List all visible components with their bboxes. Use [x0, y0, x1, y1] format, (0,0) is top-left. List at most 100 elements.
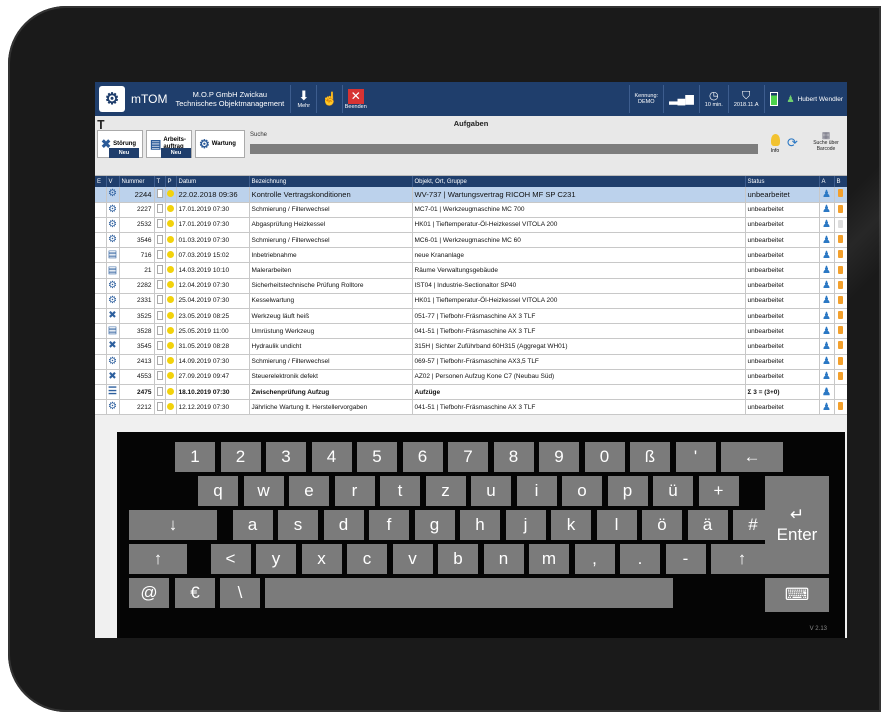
cell-assignee[interactable]: ♟: [819, 354, 835, 370]
key-u[interactable]: u: [471, 476, 511, 506]
column-header[interactable]: B: [834, 176, 847, 187]
wartung-button[interactable]: ⚙ Wartung: [195, 130, 245, 158]
user-display[interactable]: ♟ Hubert Wendler: [783, 94, 847, 105]
key-a[interactable]: a: [232, 510, 273, 540]
cell-assignee[interactable]: ♟: [819, 308, 835, 325]
arbeitsauftrag-new-button[interactable]: Neu: [161, 148, 191, 158]
stoerung-new-button[interactable]: Neu: [109, 148, 139, 158]
key-w[interactable]: w: [243, 476, 284, 506]
shift-left-key[interactable]: ↑: [129, 544, 187, 574]
key-q[interactable]: q: [198, 476, 238, 506]
key-8[interactable]: m: [529, 544, 569, 574]
key-3[interactable]: 4: [311, 442, 352, 472]
key-9[interactable]: ,: [574, 544, 615, 574]
key-k[interactable]: k: [551, 510, 591, 540]
table-row[interactable]: ▤ 3528 25.05.2019 11:00 Umrüstung Werkzeug 0…: [95, 323, 847, 340]
key-2[interactable]: 3: [266, 442, 306, 472]
key-ä[interactable]: ä: [687, 510, 728, 540]
column-header[interactable]: Objekt, Ort, Gruppe: [412, 176, 746, 187]
key-f[interactable]: f: [369, 510, 409, 540]
cell-assignee[interactable]: ♟: [819, 338, 835, 355]
table-row[interactable]: ⚙ 2331 25.04.2019 07:30 Kesselwartung HK01 |…: [95, 293, 847, 310]
table-row[interactable]: ⚙ 2413 14.09.2019 07:30 Schmierung / Filter…: [95, 354, 847, 370]
key-j[interactable]: j: [505, 510, 546, 540]
key-t[interactable]: t: [380, 476, 420, 506]
column-header[interactable]: A: [819, 176, 835, 187]
cell-assignee[interactable]: ♟: [819, 384, 835, 401]
quit-button[interactable]: ✕ Beenden: [342, 85, 368, 113]
touch-button[interactable]: ☝: [316, 85, 342, 113]
search-input[interactable]: [250, 144, 758, 154]
key-6[interactable]: b: [438, 544, 478, 574]
table-row[interactable]: ✖ 4553 27.09.2019 09:47 Steuerelektronik de…: [95, 369, 847, 385]
table-row[interactable]: ☰ 2475 18.10.2019 07:30 Zwischenprüfung Auf…: [95, 384, 847, 401]
key-e[interactable]: e: [289, 476, 329, 506]
key-5[interactable]: v: [392, 544, 433, 574]
more-button[interactable]: ⬇ Mehr: [290, 85, 316, 113]
key-1[interactable]: 2: [220, 442, 261, 472]
key-1[interactable]: <: [210, 544, 251, 574]
key-6[interactable]: 7: [448, 442, 488, 472]
cell-assignee[interactable]: ♟: [819, 323, 835, 340]
key-4[interactable]: c: [347, 544, 387, 574]
table-row[interactable]: ▤ 21 14.03.2019 10:10 Malerarbeiten Räume Ve…: [95, 262, 847, 279]
enter-key[interactable]: ↵ Enter: [765, 476, 829, 574]
table-row[interactable]: ✖ 3545 31.05.2019 08:28 Hydraulik undicht 31…: [95, 338, 847, 355]
key-5[interactable]: 6: [402, 442, 443, 472]
cell-assignee[interactable]: ♟: [819, 293, 835, 310]
cell-assignee[interactable]: ♟: [819, 217, 835, 234]
key-i[interactable]: i: [516, 476, 557, 506]
key-o[interactable]: o: [562, 476, 602, 506]
key-7[interactable]: n: [483, 544, 524, 574]
key-ö[interactable]: ö: [642, 510, 682, 540]
column-header[interactable]: V: [106, 176, 120, 187]
close-keyboard-key[interactable]: ⌨: [765, 578, 829, 612]
key-11[interactable]: ': [675, 442, 716, 472]
timer-indicator[interactable]: ◷ 10 min.: [698, 85, 728, 113]
table-row[interactable]: ⚙ 2212 12.12.2019 07:30 Jährliche Wartung l…: [95, 399, 847, 416]
column-header[interactable]: E: [95, 176, 107, 187]
table-row[interactable]: ⚙ 2532 17.01.2019 07:30 Abgasprüfung Heizke…: [95, 217, 847, 234]
key-p[interactable]: p: [607, 476, 648, 506]
backspace-key[interactable]: ←: [721, 442, 783, 472]
key-h[interactable]: h: [460, 510, 500, 540]
cell-assignee[interactable]: ♟: [819, 232, 835, 249]
table-row[interactable]: ⚙ 3546 01.03.2019 07:30 Schmierung / Filter…: [95, 232, 847, 249]
key-9[interactable]: 0: [584, 442, 625, 472]
cell-assignee[interactable]: ♟: [819, 187, 835, 203]
key-10[interactable]: ß: [630, 442, 670, 472]
key-7[interactable]: 8: [493, 442, 534, 472]
key-d[interactable]: d: [323, 510, 364, 540]
euro-key[interactable]: €: [175, 578, 215, 608]
cell-assignee[interactable]: ♟: [819, 278, 835, 294]
key-4[interactable]: 5: [357, 442, 397, 472]
key-10[interactable]: .: [620, 544, 660, 574]
cell-assignee[interactable]: ♟: [819, 399, 835, 416]
hide-keyboard-key[interactable]: ↓: [129, 510, 217, 540]
key-8[interactable]: 9: [539, 442, 579, 472]
barcode-search-button[interactable]: ▦ Suche über Barcode: [807, 130, 845, 160]
shift-right-key[interactable]: ↑: [711, 544, 773, 574]
key-l[interactable]: l: [596, 510, 637, 540]
column-header[interactable]: P: [165, 176, 177, 187]
column-header[interactable]: Status: [745, 176, 820, 187]
key-11[interactable]: -: [665, 544, 706, 574]
column-header[interactable]: Bezeichnung: [249, 176, 413, 187]
cell-assignee[interactable]: ♟: [819, 262, 835, 279]
table-row[interactable]: ⚙ 2244 22.02.2018 09:36 Kontrolle Vertragsk…: [95, 187, 847, 203]
column-header[interactable]: Nummer: [119, 176, 155, 187]
key-3[interactable]: x: [301, 544, 342, 574]
backslash-key[interactable]: \: [220, 578, 260, 608]
cell-assignee[interactable]: ♟: [819, 202, 835, 218]
cell-assignee[interactable]: ♟: [819, 247, 835, 264]
table-row[interactable]: ⚙ 2227 17.01.2019 07:30 Schmierung / Filter…: [95, 202, 847, 218]
key-g[interactable]: g: [414, 510, 455, 540]
space-key[interactable]: [265, 578, 673, 608]
column-header[interactable]: T: [154, 176, 166, 187]
column-header[interactable]: Datum: [176, 176, 250, 187]
info-button[interactable]: Info: [767, 134, 783, 162]
key-+[interactable]: +: [698, 476, 739, 506]
refresh-button[interactable]: ⟳: [787, 136, 801, 150]
key-z[interactable]: z: [425, 476, 466, 506]
key-2[interactable]: y: [256, 544, 296, 574]
